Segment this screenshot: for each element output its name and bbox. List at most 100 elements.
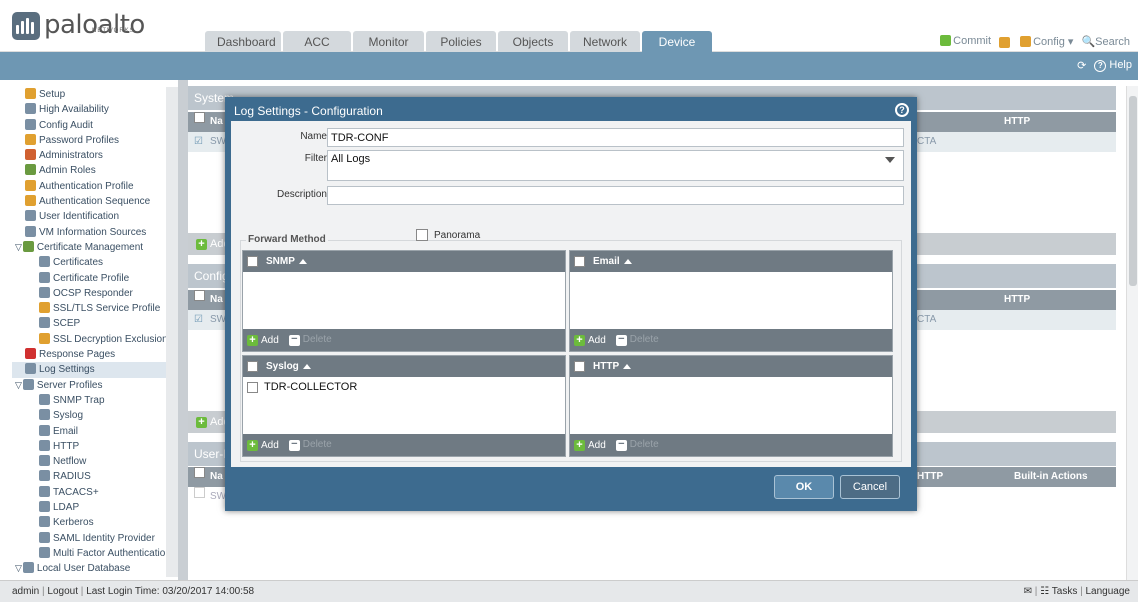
lock-icon[interactable] [999,37,1011,48]
sidebar-item-password-profiles[interactable]: Password Profiles [12,133,178,148]
http-add-button[interactable]: + Add [574,439,606,451]
syslog-row-name[interactable]: TDR-COLLECTOR [264,377,357,397]
chevron-down-icon[interactable] [885,157,895,163]
syslog-add-button[interactable]: + Add [247,439,279,451]
syslog-column-title[interactable]: Syslog [266,356,299,377]
main-scrollbar[interactable] [1126,86,1138,580]
refresh-icon[interactable]: ⟳ [1077,59,1086,72]
syslog-select-all-checkbox[interactable] [247,361,258,372]
top-bar: paloalto NETWORKS Dashboard ACC Monitor … [0,0,1138,52]
http-select-all-checkbox[interactable] [574,361,585,372]
sidebar-item-certificate-profile[interactable]: Certificate Profile [12,271,178,286]
name-input[interactable] [327,128,904,147]
select-all-checkbox[interactable] [194,467,205,478]
pane-divider[interactable] [178,80,188,580]
sidebar-item-syslog[interactable]: Syslog [12,408,178,423]
expand-toggle-icon[interactable]: ▽ [15,242,22,252]
list-item[interactable]: TDR-COLLECTOR [243,377,565,397]
sidebar-item-certificates[interactable]: Certificates [12,255,178,270]
sidebar-item-user-identification[interactable]: User Identification [12,209,178,224]
scrollbar-thumb[interactable] [1129,96,1137,286]
tab-monitor[interactable]: Monitor [353,31,424,52]
sidebar-item-setup[interactable]: Setup [12,87,178,102]
sidebar-item-log-settings[interactable]: Log Settings [12,362,178,378]
syslog-row-checkbox[interactable] [247,381,258,393]
email-delete-button[interactable]: − Delete [606,334,659,346]
sidebar-item-saml-identity-provider[interactable]: SAML Identity Provider [12,531,178,546]
ok-button[interactable]: OK [774,475,834,499]
tab-policies[interactable]: Policies [426,31,496,52]
sidebar-item-authentication-profile[interactable]: Authentication Profile [12,179,178,194]
sidebar-item-http[interactable]: HTTP [12,439,178,454]
sort-asc-icon[interactable] [623,259,632,264]
row-checkbox[interactable]: ☑ [194,132,203,152]
email-column-title[interactable]: Email [593,251,620,272]
config-menu[interactable]: Config ▾ [1020,35,1073,48]
search-link[interactable]: 🔍Search [1081,35,1130,48]
expand-toggle-icon[interactable]: ▽ [15,563,22,573]
commit-link[interactable]: Commit [940,35,991,48]
sidebar-scrollbar[interactable] [166,87,178,577]
dialog-help-icon[interactable]: ? [895,103,909,117]
sidebar-item-local-user-database[interactable]: ▽ Local User Database [12,561,178,576]
sidebar-item-netflow[interactable]: Netflow [12,454,178,469]
email-select-all-checkbox[interactable] [574,256,585,267]
email-add-button[interactable]: + Add [574,334,606,346]
col-builtin-actions: Built-in Actions [1014,471,1088,482]
sort-asc-icon[interactable] [298,259,307,264]
panorama-checkbox[interactable] [416,229,428,241]
sidebar-item-email[interactable]: Email [12,424,178,439]
sidebar-item-certificate-management[interactable]: ▽ Certificate Management [12,240,178,255]
sidebar-item-scep[interactable]: SCEP [12,316,178,331]
mail-icon[interactable]: ✉ [1024,586,1032,597]
snmp-delete-button[interactable]: − Delete [279,334,332,346]
description-input[interactable] [327,186,904,205]
tasks-link[interactable]: ☷ Tasks [1040,586,1077,597]
snmp-grid: SNMP + Add − Delete [242,250,566,352]
sidebar-item-admin-roles[interactable]: Admin Roles [12,163,178,178]
sidebar-item-response-pages[interactable]: Response Pages [12,347,178,362]
sidebar-item-tacacs[interactable]: TACACS+ [12,485,178,500]
http-delete-button[interactable]: − Delete [606,439,659,451]
row-checkbox[interactable] [194,487,205,498]
filter-select[interactable]: All Logs [327,150,904,181]
sidebar-item-kerberos[interactable]: Kerberos [12,515,178,530]
sidebar-item-ldap[interactable]: LDAP [12,500,178,515]
sidebar-item-ssl-decryption-exclusion[interactable]: SSL Decryption Exclusion [12,332,178,347]
sidebar-item-vm-information-sources[interactable]: VM Information Sources [12,225,178,240]
tab-network[interactable]: Network [570,31,640,52]
select-all-checkbox[interactable] [194,290,205,301]
help-link[interactable]: ? Help [1094,59,1132,72]
sidebar-item-snmp-trap[interactable]: SNMP Trap [12,393,178,408]
sort-asc-icon[interactable] [302,364,311,369]
expand-toggle-icon[interactable]: ▽ [15,380,22,390]
sidebar-item-config-audit[interactable]: Config Audit [12,118,178,133]
tab-dashboard[interactable]: Dashboard [205,31,281,52]
tab-objects[interactable]: Objects [498,31,568,52]
sidebar-item-label: SSL Decryption Exclusion [53,333,168,345]
row-checkbox[interactable]: ☑ [194,310,203,330]
tab-acc[interactable]: ACC [283,31,351,52]
sidebar-item-authentication-sequence[interactable]: Authentication Sequence [12,194,178,209]
sidebar-item-high-availability[interactable]: High Availability [12,102,178,117]
sidebar-item-label: User Identification [39,211,120,223]
sidebar-item-icon [39,332,50,344]
logout-link[interactable]: Logout [47,586,78,597]
sort-asc-icon[interactable] [623,364,632,369]
snmp-select-all-checkbox[interactable] [247,256,258,267]
language-link[interactable]: Language [1086,586,1131,597]
snmp-column-title[interactable]: SNMP [266,251,295,272]
syslog-delete-button[interactable]: − Delete [279,439,332,451]
cancel-button[interactable]: Cancel [840,475,900,499]
sidebar-item-server-profiles[interactable]: ▽ Server Profiles [12,378,178,393]
snmp-add-button[interactable]: + Add [247,334,279,346]
sidebar-item-ssl-tls-service-profile[interactable]: SSL/TLS Service Profile [12,301,178,316]
tab-device[interactable]: Device [642,31,712,52]
sidebar-item-icon [22,378,34,390]
http-column-title[interactable]: HTTP [593,356,619,377]
sidebar-item-radius[interactable]: RADIUS [12,469,178,484]
sidebar-item-multi-factor-authenticatio[interactable]: Multi Factor Authenticatio [12,546,178,561]
sidebar-item-ocsp-responder[interactable]: OCSP Responder [12,286,178,301]
select-all-checkbox[interactable] [194,112,205,123]
sidebar-item-administrators[interactable]: Administrators [12,148,178,163]
